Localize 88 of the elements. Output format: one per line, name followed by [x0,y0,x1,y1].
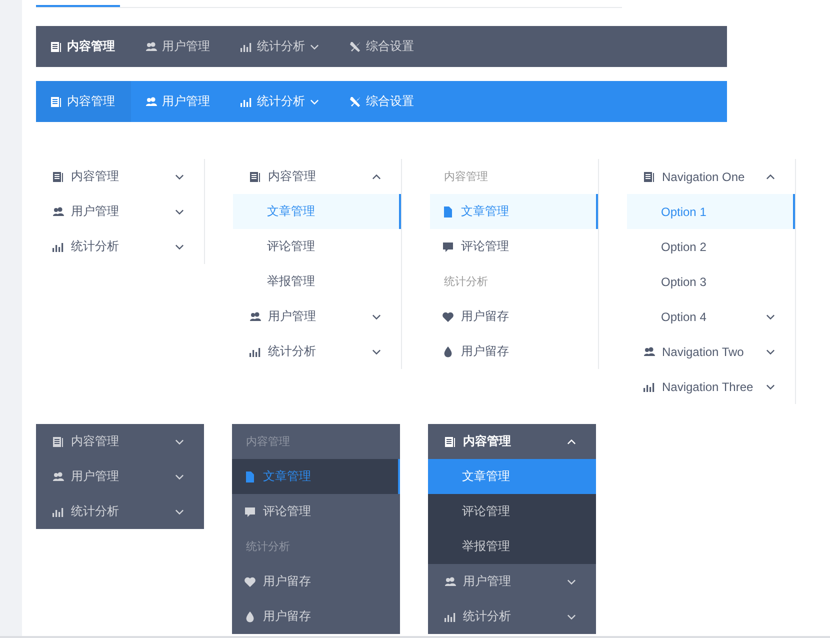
bar-chart-icon [240,40,252,52]
group-title: 统计分析 [443,274,489,290]
menu-item[interactable]: 评论管理 [232,494,400,529]
heart-icon [442,310,454,322]
menu-item[interactable]: 用户留存 [430,334,598,369]
book-icon [52,170,64,182]
menu-item[interactable]: 评论管理 [233,229,401,264]
file-icon [442,206,454,218]
chevron-up-icon [567,438,576,444]
book-icon [52,436,64,448]
heart-icon [244,576,256,588]
submenu-title[interactable]: Navigation Two [627,334,795,369]
users-icon [52,206,64,218]
chevron-down-icon [766,348,775,354]
submenu-title[interactable]: 统计分析 [36,229,204,264]
menu-item[interactable]: Option 3 [627,264,795,299]
bar-chart-icon [240,96,252,108]
submenu-title[interactable]: Navigation One [627,159,795,194]
menu-item[interactable]: 统计分析 [226,81,335,122]
menu-item[interactable]: 用户留存 [232,599,400,634]
submenu-title[interactable]: 内容管理 [36,424,204,459]
submenu-title[interactable]: 内容管理 [233,159,401,194]
comment-icon [442,240,454,252]
chevron-down-icon [175,474,184,480]
menu-item[interactable]: 内容管理 [36,81,131,122]
drop-icon [244,610,256,622]
menu-item[interactable]: 评论管理 [428,494,596,529]
submenu-title[interactable]: 统计分析 [233,334,401,369]
chevron-up-icon [372,174,381,180]
chevron-down-icon [567,578,576,584]
users-icon [145,40,157,52]
chevron-down-icon [372,348,381,354]
menu-item[interactable]: 用户管理 [131,26,226,67]
chevron-down-icon [175,174,184,180]
users-icon [249,310,261,322]
menu-item[interactable]: 内容管理 [36,26,131,67]
group-title: 统计分析 [245,540,291,555]
book-icon [50,40,62,52]
menu-item[interactable]: 文章管理 [428,459,596,494]
menu-item[interactable]: 用户管理 [131,81,226,122]
menu-item[interactable]: Option 2 [627,229,795,264]
chevron-down-icon [175,208,184,214]
chevron-down-icon [372,314,381,320]
menu-item[interactable]: 综合设置 [335,26,430,67]
chevron-down-icon [175,244,184,250]
menu-item[interactable]: 用户留存 [430,299,598,334]
group-title: 内容管理 [443,170,489,185]
drop-icon [442,346,454,358]
chevron-up-icon [766,174,775,180]
users-icon [52,470,64,482]
file-icon [244,470,256,482]
bar-chart-icon [52,240,64,252]
bar-chart-icon [52,506,64,518]
bar-chart-icon [643,380,655,392]
menu-item[interactable]: 用户留存 [232,564,400,599]
chevron-down-icon [766,314,775,320]
submenu-title[interactable]: 用户管理 [36,194,204,229]
users-icon [145,96,157,108]
bar-chart-icon [249,346,261,358]
submenu-title[interactable]: 内容管理 [36,159,204,194]
chevron-down-icon [175,438,184,444]
submenu-title[interactable]: 统计分析 [428,599,596,634]
submenu-title[interactable]: 用户管理 [36,459,204,494]
book-icon [643,170,655,182]
bar-chart-icon [444,610,456,622]
users-icon [643,346,655,358]
menu-item[interactable]: 举报管理 [428,529,596,564]
chevron-down-icon [175,508,184,514]
book-icon [50,96,62,108]
tools-icon [349,96,361,108]
submenu-title[interactable]: Navigation Three [627,369,795,404]
menu-item[interactable]: 评论管理 [430,229,598,264]
menu-item[interactable]: 举报管理 [233,264,401,299]
submenu-title[interactable]: 统计分析 [36,494,204,529]
tools-icon [349,40,361,52]
menu-item[interactable]: 统计分析 [226,26,335,67]
chevron-down-icon [766,384,775,390]
submenu-title[interactable]: 用户管理 [428,564,596,599]
chevron-down-icon [567,614,576,620]
book-icon [249,170,261,182]
book-icon [444,436,456,448]
submenu-title[interactable]: 用户管理 [233,299,401,334]
submenu-title[interactable]: 内容管理 [428,424,596,459]
group-title: 内容管理 [245,434,291,450]
comment-icon [244,506,256,518]
users-icon [444,576,456,588]
menu-item[interactable]: 综合设置 [335,81,430,122]
submenu-title[interactable]: Option 4 [627,299,795,334]
